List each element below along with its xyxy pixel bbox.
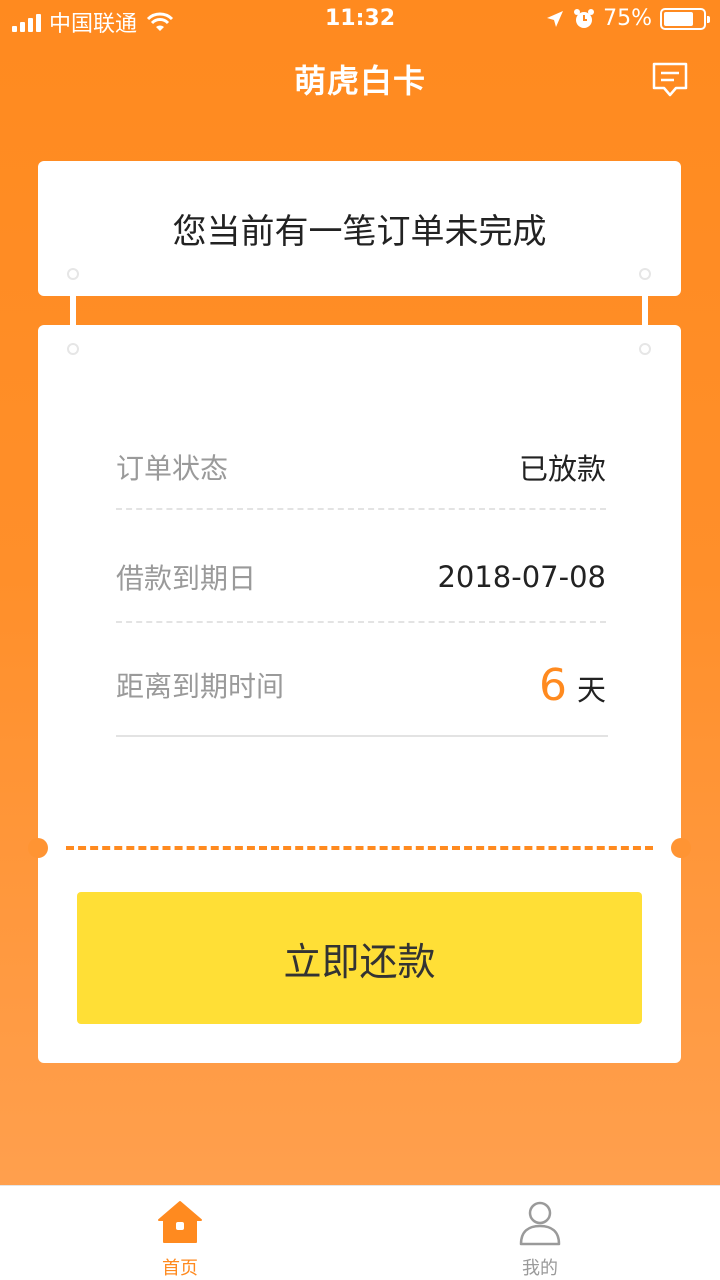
battery-fill (664, 11, 693, 26)
due-date-row: 借款到期日 2018-07-08 (116, 547, 606, 607)
hanger-ring (639, 268, 651, 280)
hanger-ring (67, 343, 79, 355)
remaining-days-unit: 天 (576, 672, 606, 707)
user-icon (519, 1201, 561, 1246)
row-divider (116, 508, 606, 510)
ticket-cut-line (66, 846, 653, 850)
remaining-time-row: 距离到期时间 6天 (116, 655, 606, 715)
hanger-ring (67, 268, 79, 280)
row-divider (116, 735, 608, 737)
tab-home[interactable]: 首页 (0, 1186, 360, 1280)
location-arrow-icon (547, 10, 564, 27)
notice-card: 您当前有一笔订单未完成 (38, 161, 681, 296)
order-card: 订单状态 已放款 借款到期日 2018-07-08 距离到期时间 6天 立即还款 (28, 325, 691, 1063)
hanger-ring (639, 343, 651, 355)
page-title: 萌虎白卡 (293, 62, 426, 100)
alarm-icon (574, 8, 595, 28)
tab-bar: 首页 我的 (0, 1185, 720, 1280)
battery-icon (660, 7, 710, 30)
ticket-notch-left (28, 838, 48, 858)
status-bar: 中国联通 11:32 75% (0, 0, 720, 40)
remaining-days: 6 (538, 659, 567, 711)
message-icon[interactable] (650, 60, 690, 100)
tab-mine[interactable]: 我的 (360, 1186, 720, 1280)
battery-percent: 75% (603, 6, 652, 31)
hanger-post-left (70, 290, 76, 330)
due-date-label: 借款到期日 (116, 562, 257, 595)
order-status-label: 订单状态 (116, 452, 229, 485)
order-status-value: 已放款 (518, 452, 606, 486)
hanger-post-right (642, 290, 648, 330)
order-status-row: 订单状态 已放款 (116, 437, 606, 497)
remaining-time-value: 6天 (539, 660, 606, 711)
due-date-value: 2018-07-08 (437, 560, 606, 594)
home-icon (158, 1201, 202, 1243)
tab-home-label: 首页 (162, 1258, 198, 1279)
row-divider (116, 621, 606, 623)
repay-now-button[interactable]: 立即还款 (77, 892, 642, 1024)
notice-text: 您当前有一笔订单未完成 (172, 212, 547, 252)
status-right: 75% (545, 6, 710, 31)
tab-mine-label: 我的 (522, 1258, 558, 1279)
ticket-notch-right (671, 838, 691, 858)
remaining-time-label: 距离到期时间 (116, 670, 285, 703)
